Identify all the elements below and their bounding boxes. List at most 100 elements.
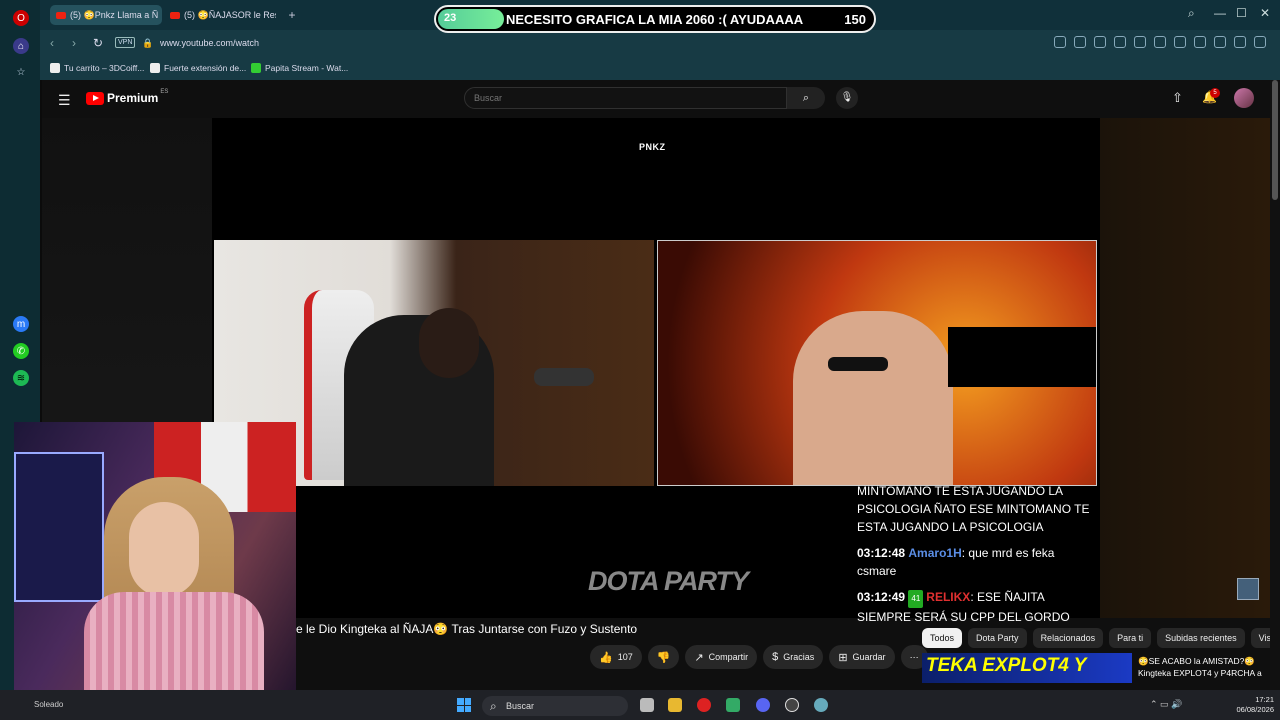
streamer-head (419, 308, 479, 378)
scrollbar-thumb[interactable] (1272, 80, 1278, 200)
like-count: 107 (617, 652, 633, 662)
vpn-badge[interactable]: VPN (115, 37, 136, 48)
share-button[interactable]: ↗ Compartir (685, 645, 758, 669)
taskbar-clock[interactable]: 17:21 06/08/2026 (1230, 695, 1274, 715)
bookmark-item[interactable]: Papita Stream - Wat... (251, 63, 348, 73)
address-bar-icons (1054, 36, 1266, 48)
youtube-brand-label: Premium (107, 91, 159, 105)
more-icon: ⋯ (909, 651, 919, 662)
chip-subidas-recientes[interactable]: Subidas recientes (1157, 628, 1245, 648)
thumbnail-text: TEKA EXPLOT4 Y (926, 655, 1087, 676)
shield-icon[interactable] (1114, 36, 1126, 48)
hamburger-menu-icon[interactable]: ☰ (58, 92, 71, 109)
messenger-icon[interactable]: m (13, 316, 29, 332)
windows-start-icon[interactable] (457, 698, 471, 712)
app-icon[interactable] (726, 698, 740, 712)
weather-label[interactable]: Soleado (34, 700, 63, 709)
search-button[interactable]: ⌕ (787, 87, 825, 109)
microphone-icon[interactable]: 🎙 (836, 87, 858, 109)
video-ambient-right (1100, 118, 1270, 618)
opera-logo-icon[interactable]: O (13, 10, 29, 26)
bookmark-label: Tu carrito – 3DCoiff... (64, 63, 145, 73)
task-view-icon[interactable] (640, 698, 654, 712)
tab-label: (5) 😳ÑAJASOR le Respo (184, 9, 276, 20)
discord-icon[interactable] (756, 698, 770, 712)
bookmark-favicon-icon (150, 63, 160, 73)
recommended-thumbnail[interactable]: TEKA EXPLOT4 Y (922, 653, 1132, 683)
goal-current: 23 (444, 12, 457, 24)
chat-message: MINTOMANO TE ESTA JUGANDO LA PSICOLOGIA … (857, 482, 1097, 536)
chip-visto[interactable]: Visto (1250, 628, 1270, 648)
tab-najasor[interactable]: (5) 😳ÑAJASOR le Respo (164, 5, 276, 25)
goal-text: NECESITO GRAFICA LA MIA 2060 :( AYUDAAAA (506, 12, 804, 27)
bookmark-star-icon[interactable]: ☆ (13, 64, 29, 80)
avatar[interactable] (1234, 88, 1254, 108)
menu-icon[interactable] (1194, 36, 1206, 48)
ai-icon[interactable] (1254, 36, 1266, 48)
reload-icon[interactable]: ↻ (93, 36, 103, 50)
thanks-button[interactable]: $ Gracias (763, 645, 824, 669)
whatsapp-icon[interactable]: ✆ (13, 343, 29, 359)
minimize-icon[interactable]: — (1214, 6, 1226, 20)
edit-icon[interactable] (1074, 36, 1086, 48)
home-icon[interactable]: ⌂ (13, 38, 29, 54)
save-button[interactable]: ⊞ Guardar (829, 645, 895, 669)
chat-time: 03:12:48 (857, 546, 906, 560)
tab-pnkz[interactable]: (5) 😳Pnkz Llama a Ñ (50, 5, 162, 25)
clock-date: 06/08/2026 (1236, 705, 1274, 714)
clock-time: 17:21 (1255, 695, 1274, 704)
maximize-icon[interactable]: ☐ (1236, 6, 1247, 20)
taskbar-search[interactable]: Buscar (482, 696, 628, 716)
collectibles-shelf (14, 452, 104, 602)
system-tray-icons[interactable]: ⌃ ▭ 🔊 (1150, 699, 1182, 710)
camera-icon[interactable] (1094, 36, 1106, 48)
black-overlay (948, 327, 1096, 387)
like-button[interactable]: 👍 107 (590, 645, 642, 669)
chat-user: Amaro1H (908, 546, 962, 560)
region-label: ES (160, 89, 169, 95)
upload-icon[interactable]: ⇧ (1172, 90, 1183, 106)
play-icon[interactable] (1134, 36, 1146, 48)
back-icon[interactable]: ‹ (50, 36, 54, 50)
youtube-logo[interactable]: Premium ES (86, 89, 169, 105)
forward-icon[interactable]: › (72, 36, 76, 50)
file-explorer-icon[interactable] (668, 698, 682, 712)
dislike-button[interactable]: 👎 (647, 645, 680, 669)
video-webcam-right (657, 240, 1097, 486)
streamer-facecam (14, 422, 296, 690)
youtube-favicon-icon (56, 11, 66, 19)
settings-icon[interactable] (814, 698, 828, 712)
spotify-icon[interactable]: ≋ (13, 370, 29, 386)
search-input[interactable] (474, 93, 764, 103)
close-icon[interactable]: ✕ (1260, 6, 1270, 20)
new-tab-button[interactable]: + (285, 8, 299, 22)
goal-target: 150 (844, 12, 866, 27)
guest-figure (793, 311, 953, 485)
zoom-icon[interactable] (1054, 36, 1066, 48)
opera-taskbar-icon[interactable] (697, 698, 711, 712)
chat-message: 03:12:49 41 RELIKX: ESE ÑAJITA SIEMPRE SE… (857, 588, 1097, 626)
recommended-title[interactable]: 😳SE ACABO la AMISTAD?😳 Kingteka EXPLOT4 … (1138, 655, 1268, 679)
search-icon[interactable]: ⌕ (1188, 6, 1195, 21)
obs-icon[interactable] (785, 698, 799, 712)
chat-user: RELIKX (926, 590, 971, 604)
thumbs-down-icon: 👎 (656, 651, 671, 664)
thanks-icon: $ (772, 651, 779, 663)
bookmark-item[interactable]: Fuerte extensión de... (150, 63, 246, 73)
chip-para-ti[interactable]: Para ti (1109, 628, 1152, 648)
thanks-label: Gracias (783, 652, 815, 662)
lock-icon: 🔒 (142, 38, 154, 48)
page-scrollbar[interactable] (1270, 80, 1280, 690)
extension-icon[interactable] (1234, 36, 1246, 48)
download-icon[interactable] (1174, 36, 1186, 48)
profile-icon[interactable] (1214, 36, 1226, 48)
notification-badge: 5 (1210, 88, 1220, 98)
search-box (464, 87, 787, 109)
corner-thumbnail (1237, 578, 1259, 600)
tab-label: (5) 😳Pnkz Llama a Ñ (70, 9, 159, 20)
heart-icon[interactable] (1154, 36, 1166, 48)
share-icon: ↗ (694, 651, 704, 664)
url-field[interactable]: www.youtube.com/watch (160, 38, 259, 48)
bookmark-item[interactable]: Tu carrito – 3DCoiff... (50, 63, 144, 73)
video-title: e le Dio Kingteka al ÑAJA😳 Tras Juntarse… (296, 622, 638, 636)
